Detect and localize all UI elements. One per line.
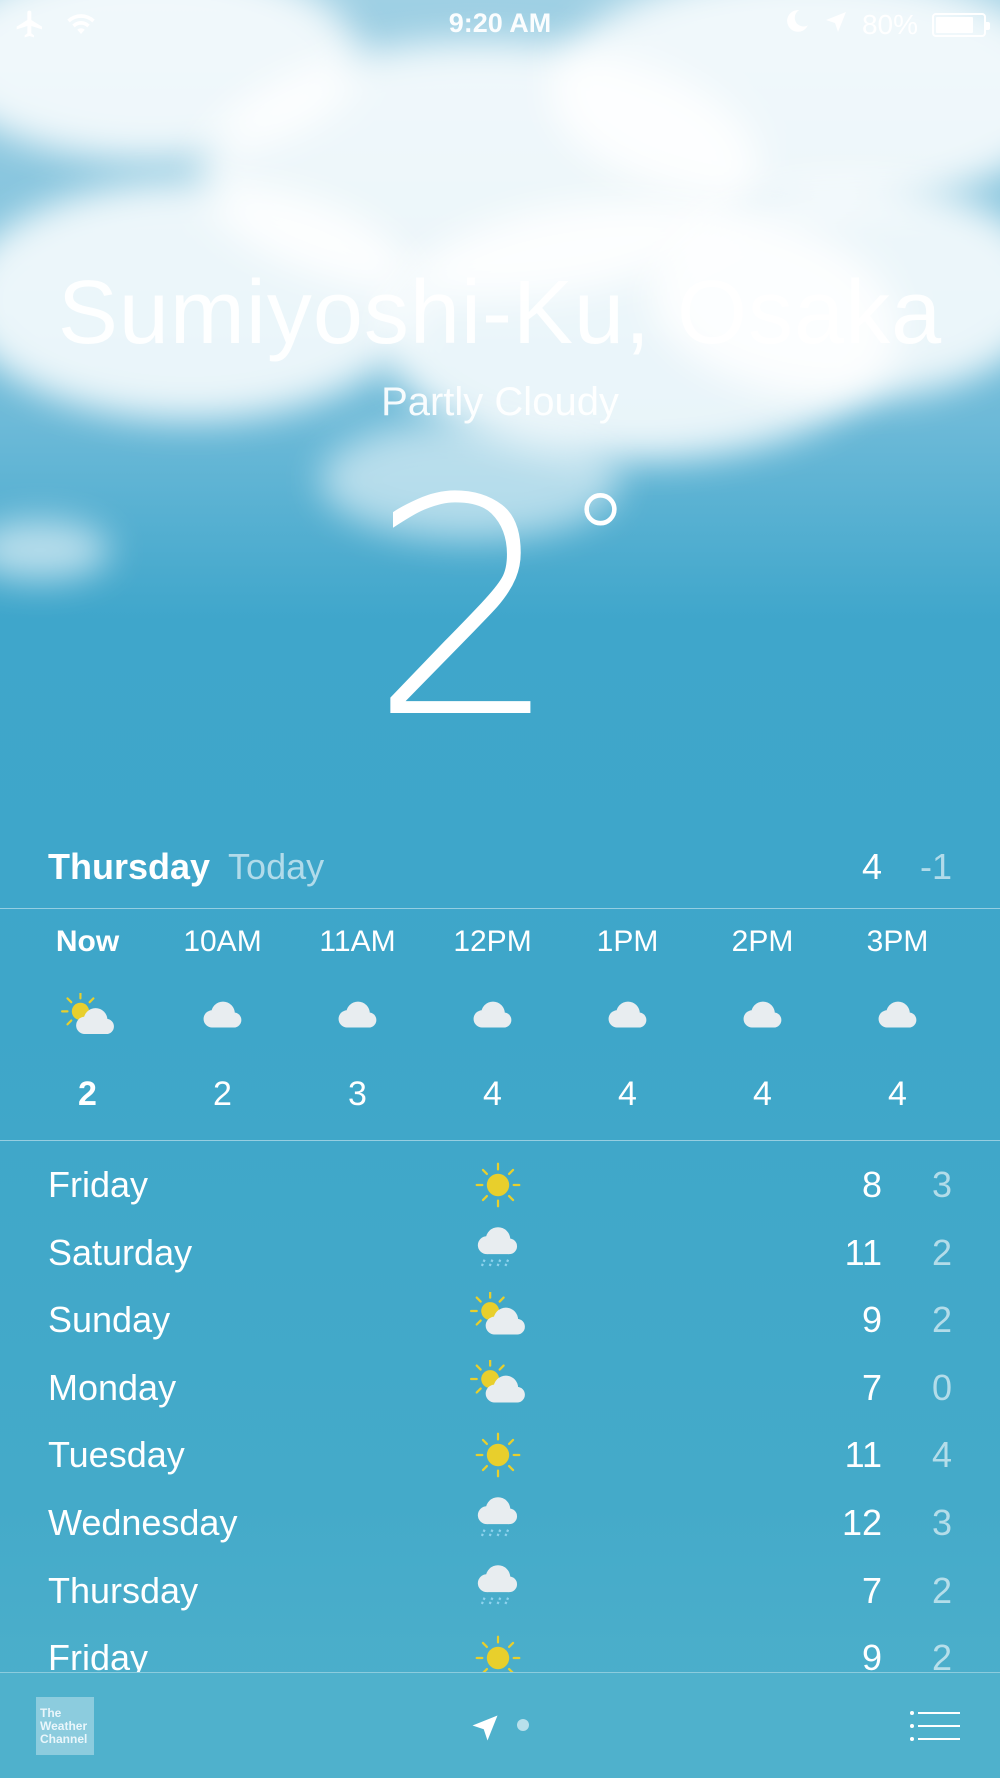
- hourly-time: Now: [55, 925, 120, 958]
- partly-cloudy-icon: [468, 1359, 528, 1413]
- hourly-forecast[interactable]: Now 2 10AM 2 11AM 3 12PM 4 1PM 4 2PM 4 3…: [20, 925, 980, 1119]
- daily-row: Friday 9 2: [48, 1623, 952, 1672]
- hourly-time: 1PM: [596, 925, 659, 958]
- daily-high: 11: [844, 1434, 882, 1476]
- daily-row: Thursday 7 2: [48, 1556, 952, 1624]
- hourly-item: 10AM 2: [155, 925, 290, 1119]
- hourly-item: 2PM 4: [695, 925, 830, 1119]
- hourly-temp: 4: [483, 1075, 502, 1113]
- cloud-icon: [830, 965, 965, 1075]
- daily-low: 0: [931, 1366, 952, 1408]
- daily-high: 7: [861, 1366, 882, 1408]
- daily-row: Friday 8 3: [48, 1150, 952, 1218]
- cloud-icon: [290, 965, 425, 1075]
- daily-high: 9: [861, 1637, 882, 1672]
- location-icon: [824, 9, 848, 41]
- hourly-temp: 3: [348, 1075, 367, 1113]
- hourly-temp: 4: [753, 1075, 772, 1113]
- hourly-time: 11AM: [319, 925, 396, 958]
- city-name: Sumiyoshi-Ku, Osaka: [57, 263, 943, 363]
- daily-high: 8: [861, 1164, 882, 1205]
- daily-row: Saturday 11 2: [48, 1218, 952, 1286]
- daily-forecast: Friday 8 3 Saturday 11 2 Sunday 9 2 Mond…: [48, 1150, 952, 1672]
- current-location-icon[interactable]: [470, 1713, 500, 1748]
- rain-icon: [468, 1497, 528, 1548]
- hourly-item: 12PM 4: [425, 925, 560, 1119]
- daily-day: Thursday: [48, 1569, 199, 1611]
- daily-high: 7: [861, 1569, 882, 1611]
- today-day: Thursday: [48, 846, 211, 887]
- cloud-icon: [695, 965, 830, 1075]
- daily-day: Saturday: [48, 1231, 193, 1273]
- bottom-toolbar: The Weather Channel: [0, 1672, 1000, 1778]
- hourly-item: 1PM 4: [560, 925, 695, 1119]
- daily-low: 2: [931, 1299, 952, 1341]
- hourly-item: Now 2: [20, 925, 155, 1119]
- current-temperature: 2°: [0, 460, 1000, 760]
- degree-symbol: °: [570, 470, 631, 609]
- battery-icon: [932, 12, 990, 37]
- hourly-item: 3PM 4: [830, 925, 965, 1119]
- rain-icon: [468, 1564, 528, 1616]
- daily-day: Wednesday: [48, 1501, 238, 1543]
- daily-forecast-scroll[interactable]: Friday 8 3 Saturday 11 2 Sunday 9 2 Mond…: [0, 1150, 1000, 1672]
- daily-low: 2: [931, 1637, 952, 1672]
- divider-top: [0, 908, 1000, 909]
- hourly-time: 3PM: [866, 925, 929, 958]
- daily-day: Tuesday: [48, 1434, 185, 1476]
- rain-icon: [468, 1226, 528, 1278]
- daily-low: 2: [931, 1569, 952, 1611]
- cloud-icon: [155, 965, 290, 1075]
- daily-high: 12: [841, 1501, 882, 1543]
- sun-icon: [468, 1160, 528, 1210]
- partly-cloudy-icon: [20, 965, 155, 1075]
- city-list-icon[interactable]: [908, 1709, 962, 1743]
- daily-low: 3: [931, 1501, 952, 1543]
- hourly-time: 2PM: [731, 925, 794, 958]
- hourly-temp: 2: [213, 1075, 232, 1113]
- today-summary: Thursday Today 4 -1: [48, 845, 952, 889]
- daily-low: 4: [931, 1434, 952, 1476]
- sun-icon: [468, 1633, 528, 1672]
- daily-row: Sunday 9 2: [48, 1285, 952, 1353]
- battery-percent: 80%: [861, 8, 918, 40]
- cloud-icon: [425, 965, 560, 1075]
- hourly-temp: 2: [78, 1075, 97, 1113]
- weather-condition: Partly Cloudy: [381, 380, 619, 424]
- status-bar: 9:20 AM 80%: [0, 0, 1000, 50]
- daily-row: Wednesday 12 3: [48, 1488, 952, 1556]
- temperature-value: 2: [369, 435, 561, 784]
- daily-low: 2: [931, 1231, 952, 1273]
- daily-day: Monday: [48, 1366, 177, 1408]
- daily-row: Monday 7 0: [48, 1353, 952, 1421]
- today-high: 4: [861, 846, 882, 887]
- daily-row: Tuesday 11 4: [48, 1420, 952, 1488]
- partly-cloudy-icon: [468, 1292, 528, 1345]
- daily-low: 3: [931, 1164, 952, 1205]
- battery-fill: [936, 16, 973, 33]
- hourly-item: 11AM 3: [290, 925, 425, 1119]
- sun-icon: [468, 1430, 528, 1480]
- page-indicator-dot[interactable]: [517, 1719, 529, 1731]
- daily-day: Sunday: [48, 1299, 171, 1341]
- divider-bottom: [0, 1140, 1000, 1141]
- weather-channel-logo[interactable]: The Weather Channel: [36, 1697, 94, 1755]
- moon-icon: [784, 8, 810, 41]
- daily-day: Friday: [48, 1164, 149, 1205]
- daily-high: 9: [861, 1299, 882, 1341]
- hourly-time: 12PM: [453, 925, 532, 958]
- hourly-temp: 4: [618, 1075, 637, 1113]
- cloud-icon: [560, 965, 695, 1075]
- today-low: -1: [919, 846, 952, 887]
- hourly-time: 10AM: [183, 925, 262, 958]
- hourly-temp: 4: [888, 1075, 907, 1113]
- daily-day: Friday: [48, 1637, 149, 1672]
- daily-high: 11: [844, 1231, 882, 1273]
- today-label: Today: [228, 846, 325, 887]
